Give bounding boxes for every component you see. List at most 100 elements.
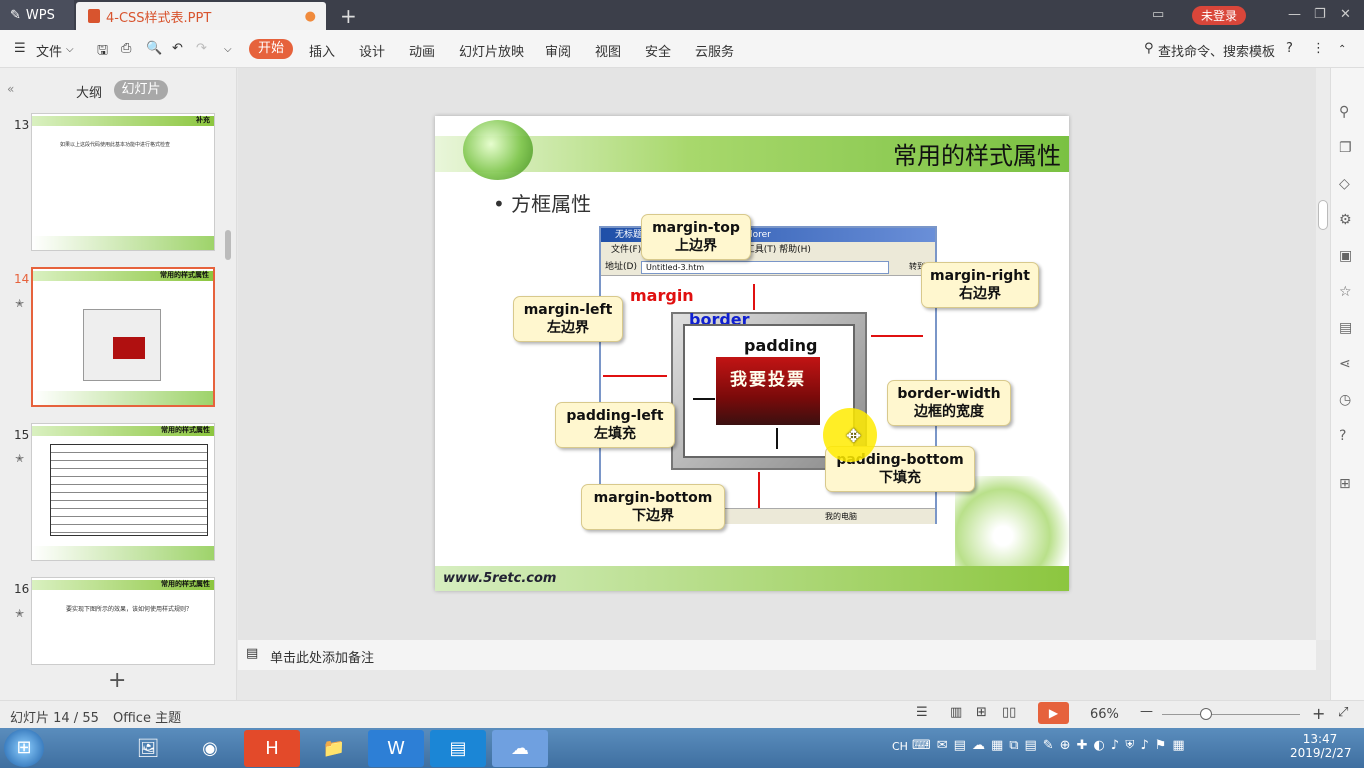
star-icon: ✭ — [15, 452, 25, 465]
notes-toggle-icon[interactable]: ☰ — [916, 705, 928, 720]
taskbar-wps-icon[interactable]: W — [368, 730, 424, 767]
close-button[interactable]: ✕ — [1340, 7, 1351, 22]
box-icon[interactable]: ▤ — [1339, 320, 1352, 336]
callout-cn: 下填充 — [879, 470, 921, 486]
taskbar-presentation-icon[interactable]: ▤ — [430, 730, 486, 767]
callout-cn: 下边界 — [632, 508, 674, 524]
quick-access-chevron-icon[interactable]: ⌵ — [224, 44, 232, 55]
document-tab-label: 4-CSS样式表.PPT — [106, 10, 212, 26]
slide-thumbnail-14[interactable]: 常用的样式属性 — [31, 267, 215, 407]
zoom-slider-thumb[interactable] — [1200, 708, 1212, 720]
ime-indicator[interactable]: CH — [892, 740, 908, 753]
apps-grid-icon[interactable]: ⊞ — [1339, 476, 1351, 492]
slide[interactable]: 常用的样式属性 • 方框属性 www.5retc.com 无标题 - Micro… — [435, 116, 1069, 591]
tab-slideshow[interactable]: 幻灯片放映 — [459, 41, 524, 60]
slides-tab[interactable]: 幻灯片 — [114, 80, 168, 100]
taskbar-hbuilder-icon[interactable]: H — [244, 730, 300, 767]
tab-security[interactable]: 安全 — [645, 41, 671, 60]
canvas-scrollbar[interactable] — [1316, 68, 1330, 640]
tab-start[interactable]: 开始 — [249, 39, 293, 59]
shape-icon[interactable]: ◇ — [1339, 176, 1350, 192]
callout-margin-top: margin-top 上边界 — [641, 214, 751, 260]
tab-design[interactable]: 设计 — [359, 41, 385, 60]
clock-date: 2019/2/27 — [1290, 746, 1352, 760]
tab-animation[interactable]: 动画 — [409, 41, 435, 60]
print-preview-icon[interactable]: 🔍 — [146, 41, 162, 56]
notes-icon: ▤ — [246, 646, 259, 661]
more-icon[interactable]: ⋮ — [1312, 41, 1325, 56]
save-icon[interactable]: 🖫 — [97, 41, 108, 63]
callout-en: border-width — [897, 386, 1001, 402]
slide-thumbnail-16[interactable]: 常用的样式属性 要实现下图所示的效果，该如何使用样式规则？ — [31, 577, 215, 665]
wps-home-tab[interactable]: ✎ WPS — [0, 0, 74, 30]
zoom-out-button[interactable]: — — [1140, 704, 1153, 719]
ppt-file-icon — [88, 9, 100, 23]
layout-icon[interactable]: ▭ — [1152, 7, 1164, 22]
search-command[interactable]: 查找命令、搜索模板 — [1158, 41, 1275, 60]
callout-cn: 右边界 — [959, 286, 1001, 302]
tray-icons[interactable]: ⌨✉▤☁▦⧉▤✎⊕✚◐♪⛨♪⚑▦ — [912, 738, 1191, 753]
start-button[interactable]: ⊞ — [4, 729, 44, 767]
star-icon: ✭ — [15, 607, 25, 620]
reading-view-icon[interactable]: ▯▯ — [1002, 705, 1016, 720]
thumb-title: 常用的样式属性 — [160, 271, 209, 279]
taskbar-chrome-icon[interactable]: ◉ — [182, 730, 238, 767]
canvas-scrollbar-thumb[interactable] — [1318, 200, 1328, 230]
tab-insert[interactable]: 插入 — [309, 41, 335, 60]
taskbar-photo-icon[interactable]: 🖼 — [120, 730, 176, 767]
zoom-in-button[interactable]: + — [1312, 704, 1325, 723]
notes-pane[interactable]: ▤ 单击此处添加备注 — [238, 640, 1316, 670]
zoom-level[interactable]: 66% — [1090, 707, 1119, 722]
sorter-view-icon[interactable]: ⊞ — [976, 705, 987, 720]
tab-cloud[interactable]: 云服务 — [695, 41, 734, 60]
slide-number: 16 — [14, 582, 30, 596]
callout-margin-right: margin-right 右边界 — [921, 262, 1039, 308]
copy-icon[interactable]: ❐ — [1339, 140, 1352, 156]
history-icon[interactable]: ◷ — [1339, 392, 1351, 408]
settings-sliders-icon[interactable]: ⚙ — [1339, 212, 1352, 228]
help-icon[interactable]: ? — [1286, 41, 1293, 56]
undo-icon[interactable]: ↶ — [172, 41, 183, 56]
restore-button[interactable]: ❐ — [1314, 7, 1326, 22]
hamburger-menu-icon[interactable]: ☰ — [14, 41, 26, 56]
fit-window-icon[interactable]: ⤢ — [1338, 705, 1348, 720]
play-slideshow-button[interactable]: ▶ — [1038, 702, 1069, 724]
slide-thumbnail-15[interactable]: 常用的样式属性 — [31, 423, 215, 561]
callout-en: margin-right — [930, 268, 1030, 284]
print-icon[interactable]: ⎙ — [121, 41, 131, 56]
file-menu[interactable]: 文件 — [36, 41, 62, 60]
notes-placeholder[interactable]: 单击此处添加备注 — [270, 647, 374, 666]
status-bar: 幻灯片 14 / 55 Office 主题 ☰ ▥ ⊞ ▯▯ 66% — + ⤢ — [0, 700, 1364, 728]
collapse-panel-icon[interactable]: « — [7, 82, 14, 96]
help-circle-icon[interactable]: ? — [1339, 428, 1346, 444]
clock[interactable]: 13:47 2019/2/27 — [1290, 732, 1352, 760]
zoom-slider[interactable] — [1162, 714, 1300, 715]
file-menu-chevron-icon[interactable]: ⌵ — [66, 44, 74, 55]
search-icon[interactable]: ⚲ — [1144, 41, 1154, 56]
arrows-layer — [603, 284, 923, 508]
panel-scrollbar[interactable] — [225, 230, 231, 260]
redo-icon[interactable]: ↷ — [196, 41, 207, 56]
pin-icon[interactable]: ⚲ — [1339, 104, 1349, 120]
minimize-button[interactable]: — — [1288, 7, 1301, 22]
collapse-ribbon-icon[interactable]: ⌃ — [1338, 44, 1346, 55]
new-tab-button[interactable]: + — [340, 4, 357, 28]
callout-en: padding-left — [566, 408, 664, 424]
unsaved-dot-icon: ● — [304, 8, 316, 24]
taskbar-explorer-icon[interactable]: 📁 — [306, 730, 362, 767]
add-slide-button[interactable]: + — [108, 668, 126, 693]
document-tab[interactable]: 4-CSS样式表.PPT ● — [76, 2, 326, 30]
slide-counter: 幻灯片 14 / 55 — [10, 711, 99, 726]
mouse-cursor-icon: ✥ — [846, 426, 862, 447]
share-icon[interactable]: ⋖ — [1339, 356, 1351, 372]
favorite-star-icon[interactable]: ☆ — [1339, 284, 1352, 300]
outline-tab[interactable]: 大纲 — [76, 82, 102, 101]
slide-thumbnail-13[interactable]: 补充 如果以上这段代码使用此基本功能中进行格式检查 — [31, 113, 215, 251]
tab-view[interactable]: 视图 — [595, 41, 621, 60]
image-icon[interactable]: ▣ — [1339, 248, 1352, 264]
callout-margin-bottom: margin-bottom 下边界 — [581, 484, 725, 530]
taskbar-cloud-icon[interactable]: ☁ — [492, 730, 548, 767]
normal-view-icon[interactable]: ▥ — [950, 705, 962, 720]
tab-review[interactable]: 审阅 — [545, 41, 571, 60]
login-button[interactable]: 未登录 — [1192, 6, 1246, 25]
